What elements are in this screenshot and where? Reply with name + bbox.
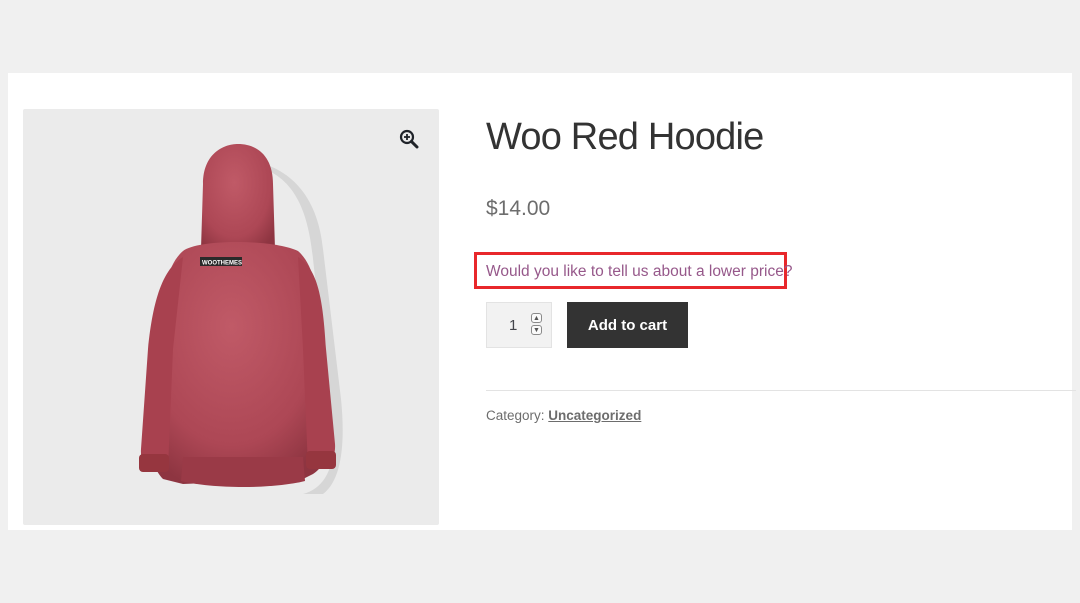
category-link[interactable]: Uncategorized bbox=[548, 408, 641, 423]
product-card: WOOTHEMES Woo Red Hoodie $14.00 Would yo… bbox=[8, 73, 1076, 530]
chevron-down-icon[interactable]: ▼ bbox=[531, 325, 542, 335]
category-label: Category: bbox=[486, 408, 545, 423]
add-to-cart-button[interactable]: Add to cart bbox=[567, 302, 688, 348]
hoodie-logo-text: WOOTHEMES bbox=[202, 261, 242, 267]
quantity-value[interactable]: 1 bbox=[509, 317, 517, 334]
divider bbox=[486, 390, 1076, 391]
lower-price-offer-link[interactable]: Would you like to tell us about a lower … bbox=[486, 263, 792, 281]
product-image[interactable]: WOOTHEMES bbox=[123, 139, 353, 499]
product-title: Woo Red Hoodie bbox=[486, 116, 764, 158]
product-meta: Category: Uncategorized bbox=[486, 408, 641, 423]
zoom-in-icon[interactable] bbox=[399, 129, 419, 149]
quantity-stepper[interactable]: 1 ▲ ▼ bbox=[486, 302, 552, 348]
product-price: $14.00 bbox=[486, 197, 551, 220]
product-gallery: WOOTHEMES bbox=[23, 109, 439, 525]
chevron-up-icon[interactable]: ▲ bbox=[531, 313, 542, 323]
